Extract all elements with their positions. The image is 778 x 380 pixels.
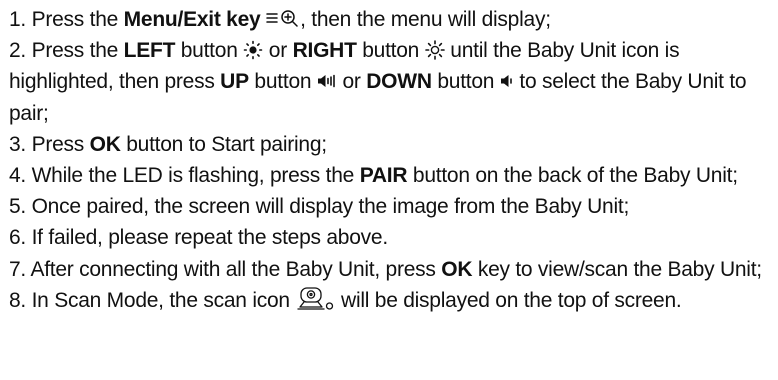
step-text: button to Start pairing; (120, 132, 327, 156)
step-4: 4. While the LED is flashing, press the … (9, 160, 775, 191)
step-number: 2. (9, 39, 27, 63)
step-text: button (431, 70, 500, 94)
step-text: button (175, 39, 244, 63)
key-name: UP (220, 70, 249, 94)
step-7: 7. After connecting with all the Baby Un… (9, 254, 775, 285)
key-name: OK (441, 257, 473, 281)
step-number: 5. (9, 195, 27, 219)
key-name: Menu/Exit key (123, 8, 261, 31)
step-text: button on the back of the Baby Unit; (407, 164, 738, 188)
menu-zoom-icon (266, 9, 300, 28)
step-text: button (248, 70, 317, 94)
step-text: button (356, 39, 425, 63)
step-1: 1. Press the Menu/Exit key , then the me… (9, 4, 775, 35)
key-name: DOWN (366, 70, 432, 94)
step-number: 7. (9, 257, 27, 281)
step-text: , then the menu will display; (300, 8, 551, 31)
scan-camera-icon (295, 287, 335, 311)
step-2: 2. Press the LEFT button or RIGHT button… (9, 35, 775, 129)
step-text: will be displayed on the top of screen. (335, 288, 682, 312)
step-3: 3. Press OK button to Start pairing; (9, 129, 775, 160)
step-text: Press the (26, 8, 124, 31)
key-name: RIGHT (292, 39, 357, 63)
step-text: Press (26, 132, 90, 156)
key-name: OK (89, 132, 121, 156)
step-text: key to view/scan the Baby Unit; (472, 257, 762, 281)
key-name: PAIR (359, 164, 408, 188)
step-6: 6. If failed, please repeat the steps ab… (9, 222, 775, 253)
instruction-document: 1. Press the Menu/Exit key , then the me… (9, 4, 775, 316)
step-number: 6. (9, 226, 27, 250)
step-5: 5. Once paired, the screen will display … (9, 191, 775, 222)
step-number: 8. (9, 288, 27, 312)
step-number: 1. (9, 8, 27, 31)
step-text: or (336, 70, 367, 94)
key-name: LEFT (123, 39, 176, 63)
step-text: Once paired, the screen will display the… (26, 195, 630, 219)
step-number: 4. (9, 164, 27, 188)
step-text: After connecting with all the Baby Unit,… (26, 257, 442, 281)
brightness-up-icon (424, 39, 445, 60)
step-number: 3. (9, 132, 27, 156)
brightness-down-icon (243, 40, 263, 60)
step-text: or (263, 39, 293, 63)
step-8: 8. In Scan Mode, the scan icon will be d… (9, 285, 775, 316)
step-text: Press the (26, 39, 124, 63)
volume-up-icon (317, 74, 337, 88)
volume-down-icon (500, 74, 514, 88)
step-text: While the LED is flashing, press the (26, 164, 360, 188)
step-text: If failed, please repeat the steps above… (26, 226, 389, 250)
step-text: In Scan Mode, the scan icon (26, 288, 296, 312)
